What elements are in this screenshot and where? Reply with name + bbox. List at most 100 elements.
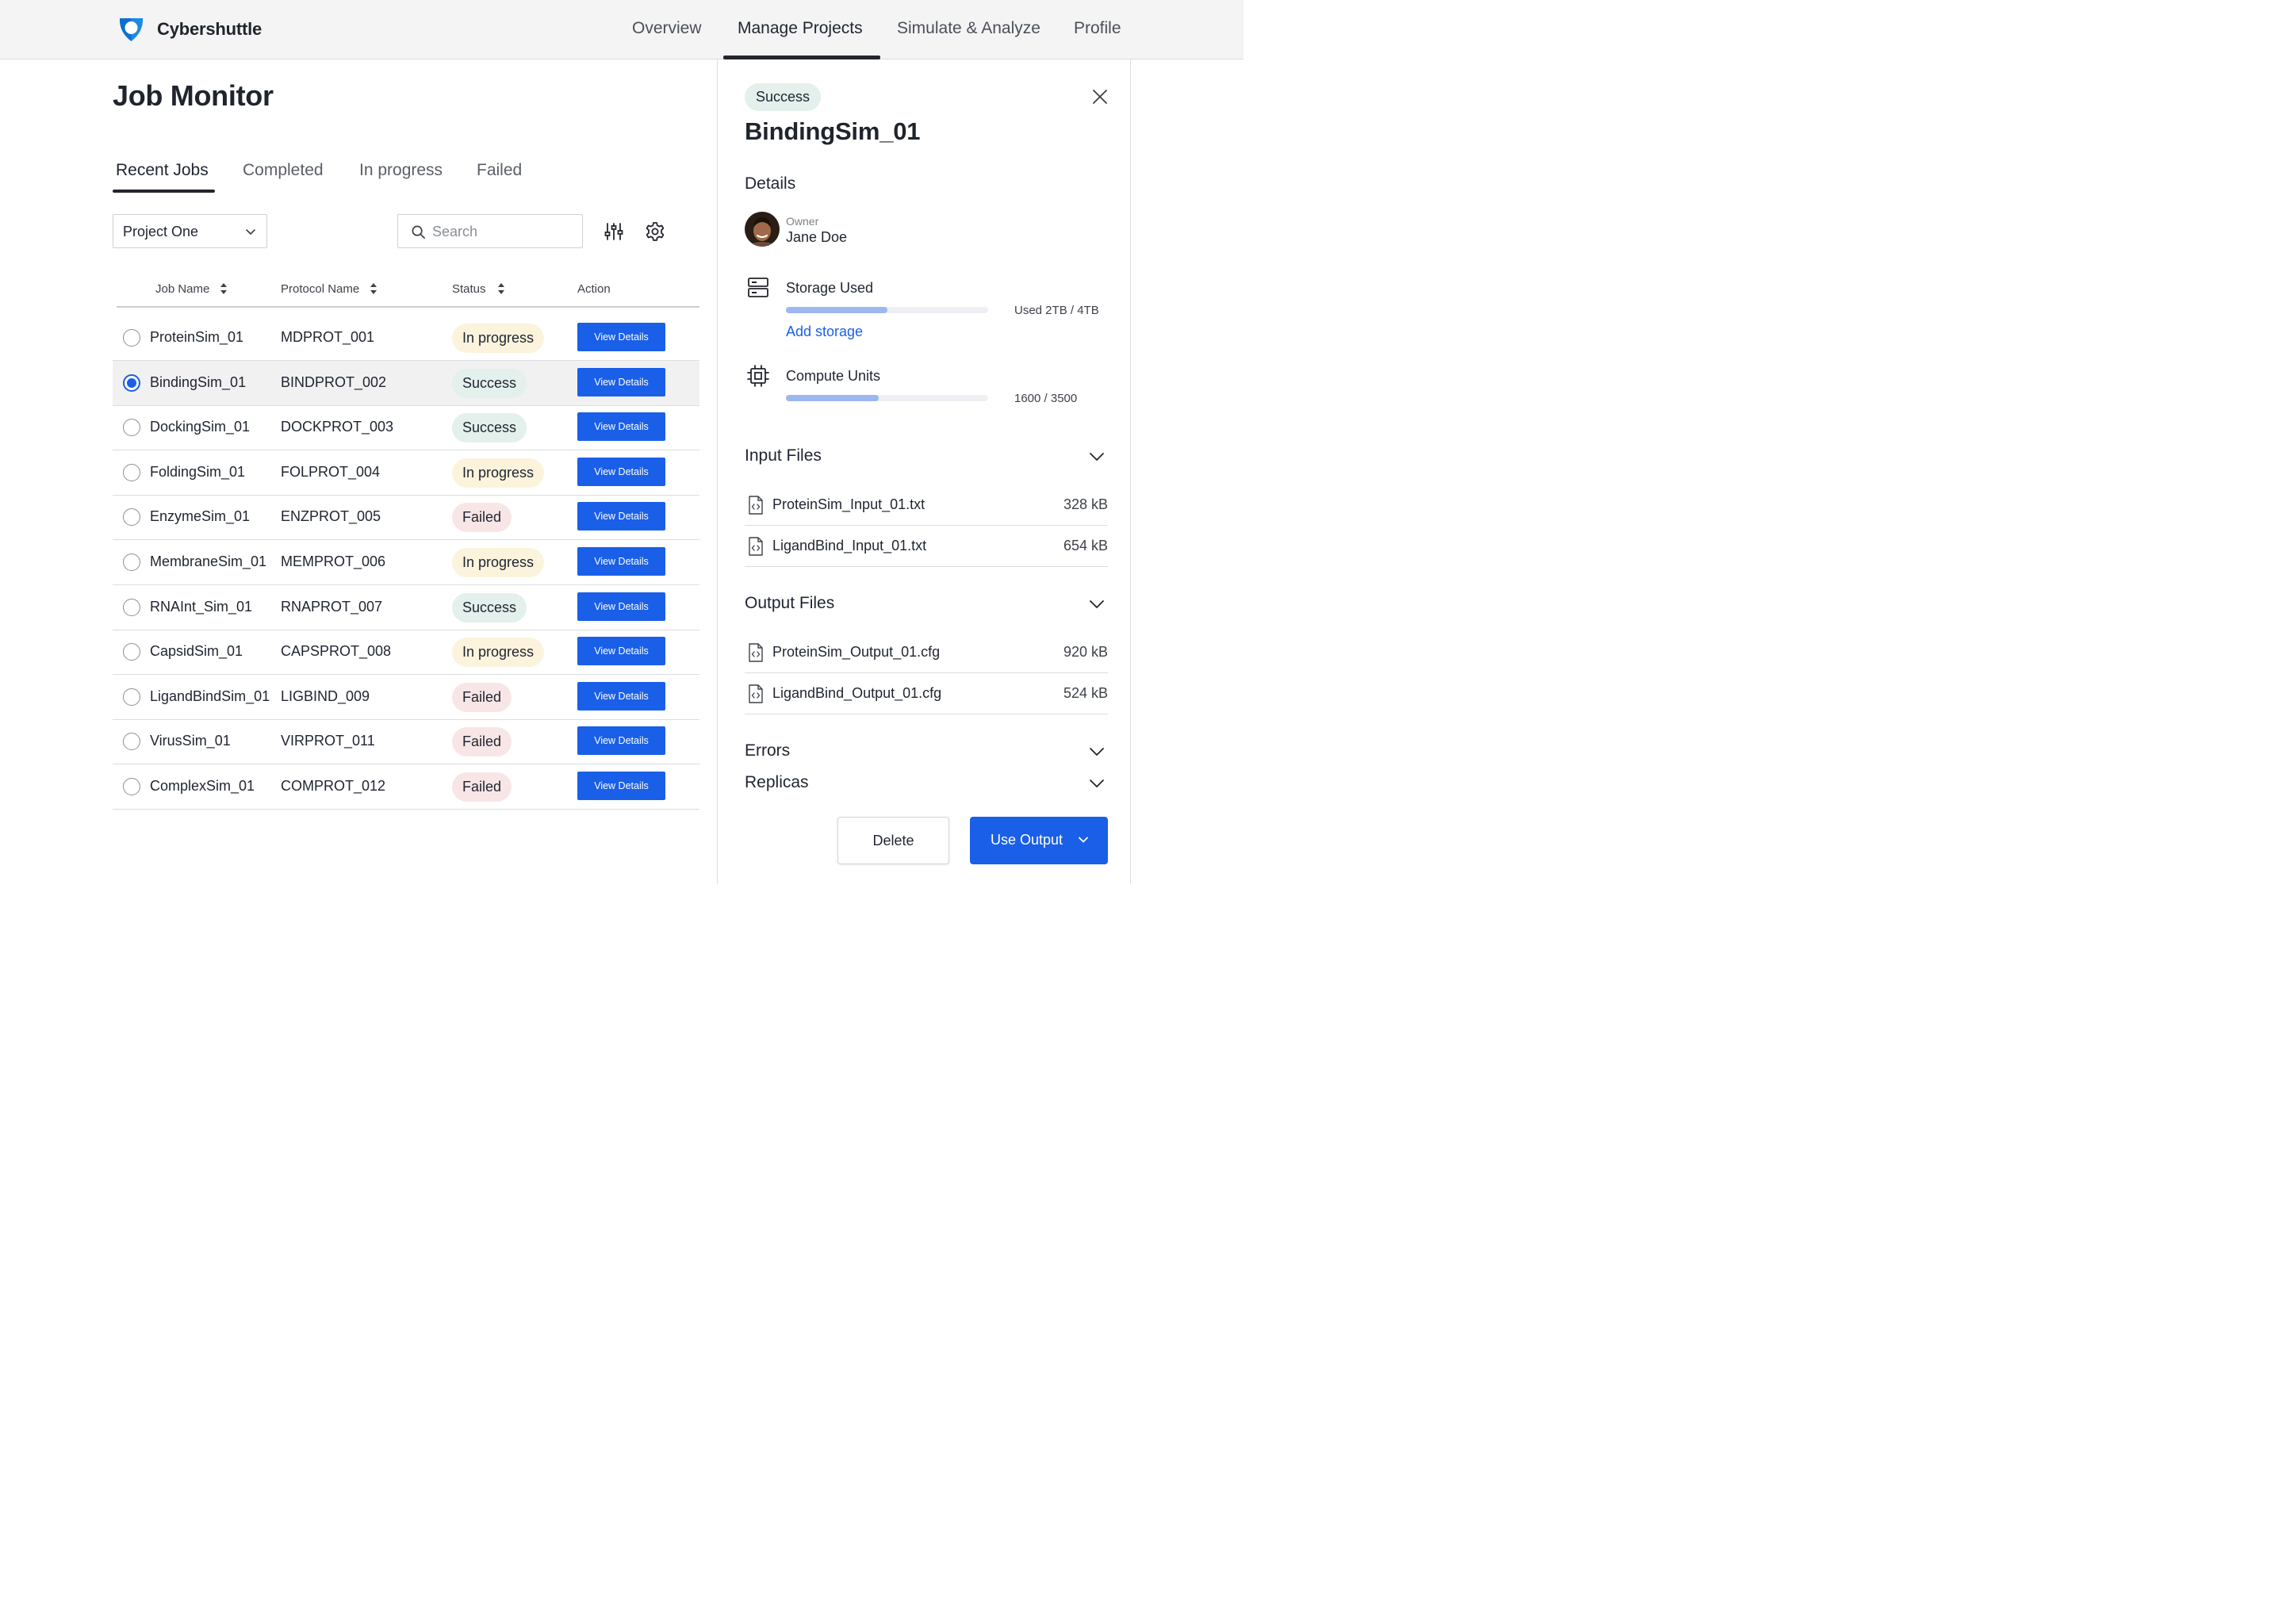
code-file-icon bbox=[749, 684, 763, 703]
row-select-radio[interactable] bbox=[123, 643, 140, 661]
output-file-row[interactable]: ProteinSim_Output_01.cfg 920 kB bbox=[745, 632, 1108, 673]
chevron-down-icon[interactable] bbox=[1088, 775, 1106, 792]
status-badge: In progress bbox=[452, 458, 545, 488]
replicas-heading[interactable]: Replicas bbox=[745, 773, 809, 792]
view-details-button[interactable]: View Details bbox=[577, 457, 665, 486]
job-name-cell: ComplexSim_01 bbox=[150, 778, 255, 794]
storage-progress-fill bbox=[786, 307, 887, 313]
table-row[interactable]: CapsidSim_01 CAPSPROT_008 In progress View … bbox=[113, 630, 699, 676]
use-output-button[interactable]: Use Output bbox=[970, 817, 1108, 864]
sort-icon[interactable] bbox=[370, 282, 377, 296]
sort-icon[interactable] bbox=[497, 282, 505, 296]
view-details-button[interactable]: View Details bbox=[577, 772, 665, 800]
table-row[interactable]: BindingSim_01 BINDPROT_002 Success View Det… bbox=[113, 360, 699, 406]
tab-failed[interactable]: Failed bbox=[477, 161, 522, 180]
brand-name[interactable]: Cybershuttle bbox=[157, 19, 262, 40]
column-header-status[interactable]: Status bbox=[452, 282, 486, 296]
row-select-radio[interactable] bbox=[123, 373, 140, 392]
table-row[interactable]: RNAInt_Sim_01 RNAPROT_007 Success View Deta… bbox=[113, 585, 699, 630]
view-details-button[interactable]: View Details bbox=[577, 323, 665, 351]
row-select-radio[interactable] bbox=[123, 553, 140, 571]
add-storage-link[interactable]: Add storage bbox=[786, 324, 863, 340]
job-name-cell: DockingSim_01 bbox=[150, 419, 251, 435]
delete-button[interactable]: Delete bbox=[837, 817, 949, 864]
sort-icon[interactable] bbox=[220, 282, 228, 296]
output-file-row[interactable]: LigandBind_Output_01.cfg 524 kB bbox=[745, 673, 1108, 714]
view-details-button[interactable]: View Details bbox=[577, 681, 665, 710]
row-select-radio[interactable] bbox=[123, 733, 140, 751]
table-header-divider bbox=[117, 306, 699, 308]
protocol-name-cell: ENZPROT_005 bbox=[281, 508, 381, 525]
column-header-job-name[interactable]: Job Name bbox=[155, 282, 209, 296]
protocol-name-cell: COMPROT_012 bbox=[281, 778, 386, 794]
search-input[interactable] bbox=[432, 222, 575, 241]
status-badge: Failed bbox=[452, 772, 512, 802]
use-output-label: Use Output bbox=[991, 832, 1063, 848]
close-icon[interactable] bbox=[1091, 88, 1109, 105]
chevron-down-icon[interactable] bbox=[1088, 743, 1106, 760]
status-badge: In progress bbox=[452, 324, 545, 353]
view-details-button[interactable]: View Details bbox=[577, 412, 665, 442]
table-row[interactable]: EnzymeSim_01 ENZPROT_005 Failed View Detail… bbox=[113, 495, 699, 541]
cpu-chip-icon bbox=[747, 365, 769, 387]
view-details-button[interactable]: View Details bbox=[577, 367, 665, 396]
row-select-radio[interactable] bbox=[123, 419, 140, 437]
protocol-name-cell: FOLPROT_004 bbox=[281, 463, 381, 480]
nav-overview[interactable]: Overview bbox=[632, 19, 702, 38]
job-name-cell: BindingSim_01 bbox=[150, 373, 247, 390]
row-select-radio[interactable] bbox=[123, 329, 140, 347]
view-details-button[interactable]: View Details bbox=[577, 726, 665, 756]
row-select-radio[interactable] bbox=[123, 508, 140, 527]
output-files-heading[interactable]: Output Files bbox=[745, 594, 834, 613]
project-select-value: Project One bbox=[123, 224, 199, 239]
code-file-icon bbox=[749, 496, 763, 515]
table-row[interactable]: MembraneSim_01 MEMPROT_006 In progress View… bbox=[113, 540, 699, 585]
table-row[interactable]: ProteinSim_01 MDPROT_001 In progress View D… bbox=[113, 316, 699, 361]
input-files-heading[interactable]: Input Files bbox=[745, 446, 822, 465]
nav-manage-projects[interactable]: Manage Projects bbox=[738, 19, 863, 38]
cybershuttle-logo-icon[interactable] bbox=[117, 14, 146, 44]
status-badge: Success bbox=[452, 413, 527, 443]
input-file-row[interactable]: ProteinSim_Input_01.txt 328 kB bbox=[745, 485, 1108, 526]
view-details-button[interactable]: View Details bbox=[577, 547, 665, 576]
file-name: ProteinSim_Input_01.txt bbox=[772, 496, 925, 512]
row-select-radio[interactable] bbox=[123, 778, 140, 795]
tab-completed[interactable]: Completed bbox=[243, 161, 324, 180]
protocol-name-cell: DOCKPROT_003 bbox=[281, 419, 394, 435]
tab-recent-jobs[interactable]: Recent Jobs bbox=[116, 161, 209, 180]
project-select[interactable]: Project One bbox=[113, 214, 267, 248]
job-detail-panel: Success BindingSim_01 Details Owner Jane… bbox=[717, 59, 1131, 884]
file-size: 654 kB bbox=[1063, 538, 1108, 553]
avatar[interactable] bbox=[745, 212, 780, 247]
input-file-row[interactable]: LigandBind_Input_01.txt 654 kB bbox=[745, 526, 1108, 567]
table-row[interactable]: VirusSim_01 VIRPROT_011 Failed View Details bbox=[113, 719, 699, 765]
table-row[interactable]: LigandBindSim_01 LIGBIND_009 Failed View De… bbox=[113, 675, 699, 720]
job-name-cell: EnzymeSim_01 bbox=[150, 508, 251, 525]
job-name-cell: VirusSim_01 bbox=[150, 733, 231, 749]
compute-progress-fill bbox=[786, 395, 879, 401]
table-row[interactable]: DockingSim_01 DOCKPROT_003 Success View Det… bbox=[113, 405, 699, 451]
nav-simulate-analyze[interactable]: Simulate & Analyze bbox=[897, 19, 1040, 38]
compute-units-label: Compute Units bbox=[786, 368, 881, 384]
column-header-protocol-name[interactable]: Protocol Name bbox=[281, 282, 359, 296]
protocol-name-cell: MEMPROT_006 bbox=[281, 553, 386, 569]
row-select-radio[interactable] bbox=[123, 598, 140, 616]
protocol-name-cell: MDPROT_001 bbox=[281, 329, 375, 345]
table-row[interactable]: FoldingSim_01 FOLPROT_004 In progress View … bbox=[113, 450, 699, 496]
sliders-icon[interactable] bbox=[604, 221, 624, 242]
view-details-button[interactable]: View Details bbox=[577, 502, 665, 531]
chevron-down-icon[interactable] bbox=[1088, 448, 1106, 465]
view-details-button[interactable]: View Details bbox=[577, 592, 665, 621]
row-select-radio[interactable] bbox=[123, 463, 140, 481]
protocol-name-cell: VIRPROT_011 bbox=[281, 733, 375, 749]
top-navigation-bar: Cybershuttle Overview Manage Projects Si… bbox=[0, 0, 1244, 59]
tab-in-progress[interactable]: In progress bbox=[359, 161, 443, 180]
nav-profile[interactable]: Profile bbox=[1074, 19, 1121, 38]
view-details-button[interactable]: View Details bbox=[577, 637, 665, 666]
column-header-action: Action bbox=[577, 282, 611, 296]
errors-heading[interactable]: Errors bbox=[745, 741, 790, 760]
row-select-radio[interactable] bbox=[123, 688, 140, 706]
chevron-down-icon[interactable] bbox=[1088, 596, 1106, 613]
gear-icon[interactable] bbox=[645, 221, 665, 242]
table-row[interactable]: ComplexSim_01 COMPROT_012 Failed View Detai… bbox=[113, 764, 699, 810]
